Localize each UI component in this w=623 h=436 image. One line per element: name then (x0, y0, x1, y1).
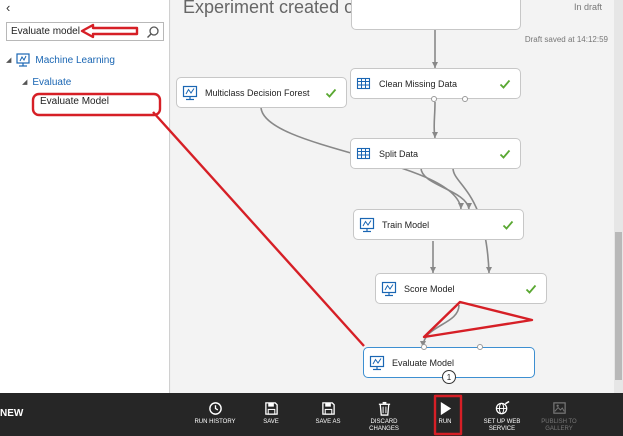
table-module-icon (356, 77, 371, 89)
checkmark-icon (499, 149, 511, 159)
set-up-web-service-label: SET UP WEB SERVICE (483, 419, 521, 432)
experiment-canvas[interactable]: Experiment created on 11/04/2016 In draf… (171, 0, 623, 393)
checkmark-icon (502, 220, 514, 230)
module-icon (16, 53, 30, 67)
save-as-button[interactable]: SAVE AS (301, 401, 355, 426)
module-evaluate-model[interactable]: Evaluate Model 1 (363, 344, 535, 384)
draft-status: In draft (573, 2, 602, 12)
save-button[interactable]: SAVE (244, 401, 298, 426)
module-split-data[interactable]: Split Data (350, 138, 521, 169)
module-label: Evaluate Model (392, 357, 455, 368)
module-label: Train Model (382, 219, 430, 230)
tree-subcategory-evaluate[interactable]: ◢ Evaluate (22, 74, 71, 90)
gallery-icon (552, 402, 566, 414)
tree-subcategory-label: Evaluate (32, 76, 72, 88)
search-icon[interactable] (146, 25, 160, 39)
checkmark-icon (525, 284, 537, 294)
scrollbar-thumb[interactable] (615, 232, 622, 380)
publish-to-gallery-button[interactable]: PUBLISH TO GALLERY (532, 401, 586, 433)
save-label: SAVE (263, 419, 279, 425)
module-multiclass-decision-forest[interactable]: Multiclass Decision Forest (176, 77, 347, 108)
module-icon (359, 217, 375, 232)
module-label: Clean Missing Data (379, 78, 458, 89)
tree-category-label: Machine Learning (35, 54, 115, 66)
save-icon (264, 402, 278, 415)
palette-search-input[interactable] (7, 23, 145, 40)
palette-search-box (6, 22, 164, 41)
run-history-button[interactable]: RUN HISTORY (188, 401, 242, 426)
module-icon (369, 355, 385, 370)
run-label: RUN (438, 419, 452, 425)
collapse-palette-icon[interactable]: ‹ (6, 0, 10, 15)
output-port[interactable] (462, 96, 468, 102)
tree-category-machine-learning[interactable]: ◢ Machine Learning (6, 52, 115, 68)
checkmark-icon (499, 79, 511, 89)
play-icon (440, 401, 451, 416)
module-label: Split Data (379, 148, 419, 159)
canvas-scrollbar[interactable] (614, 0, 623, 393)
connection-lines (260, 30, 492, 348)
publish-to-gallery-label: PUBLISH TO GALLERY (541, 419, 577, 432)
module-label: Multiclass Decision Forest (205, 87, 310, 98)
module-icon (182, 85, 198, 100)
connector-line (422, 304, 460, 348)
module-train-model[interactable]: Train Model (353, 209, 524, 240)
draft-saved-time: Draft saved at 14:12:59 (524, 35, 608, 44)
module-label: Score Model (404, 283, 455, 294)
trash-icon (378, 401, 390, 416)
new-button[interactable]: NEW (0, 408, 23, 419)
save-as-label: SAVE AS (315, 419, 341, 425)
input-port[interactable] (421, 344, 427, 350)
table-module-icon (356, 147, 371, 159)
save-as-icon (321, 402, 335, 415)
module-palette: ‹ ◢ Machine Learning ◢ Evaluate Evaluate… (0, 0, 170, 393)
module-score-model[interactable]: Score Model (375, 273, 547, 304)
connector-line (433, 101, 436, 139)
globe-icon (495, 401, 509, 415)
module-offscreen[interactable] (351, 0, 521, 30)
caret-expanded-icon: ◢ (6, 57, 12, 64)
output-port-badge[interactable]: 1 (442, 370, 456, 384)
caret-expanded-icon: ◢ (22, 79, 28, 86)
palette-item-evaluate-model[interactable]: Evaluate Model (40, 96, 109, 107)
input-port[interactable] (477, 344, 483, 350)
module-icon (381, 281, 397, 296)
checkmark-icon (325, 88, 337, 98)
clock-icon (208, 402, 222, 415)
bottom-command-bar: NEW RUN HISTORY SAVE SAVE AS DISCARD CHA… (0, 393, 623, 436)
run-button[interactable]: RUN (419, 401, 471, 426)
run-history-label: RUN HISTORY (194, 419, 236, 425)
connector-line (420, 167, 470, 210)
module-clean-missing-data[interactable]: Clean Missing Data (350, 68, 521, 102)
discard-changes-button[interactable]: DISCARD CHANGES (357, 401, 411, 433)
discard-changes-label: DISCARD CHANGES (369, 419, 399, 432)
output-port[interactable] (431, 96, 437, 102)
set-up-web-service-button[interactable]: SET UP WEB SERVICE (475, 401, 529, 433)
